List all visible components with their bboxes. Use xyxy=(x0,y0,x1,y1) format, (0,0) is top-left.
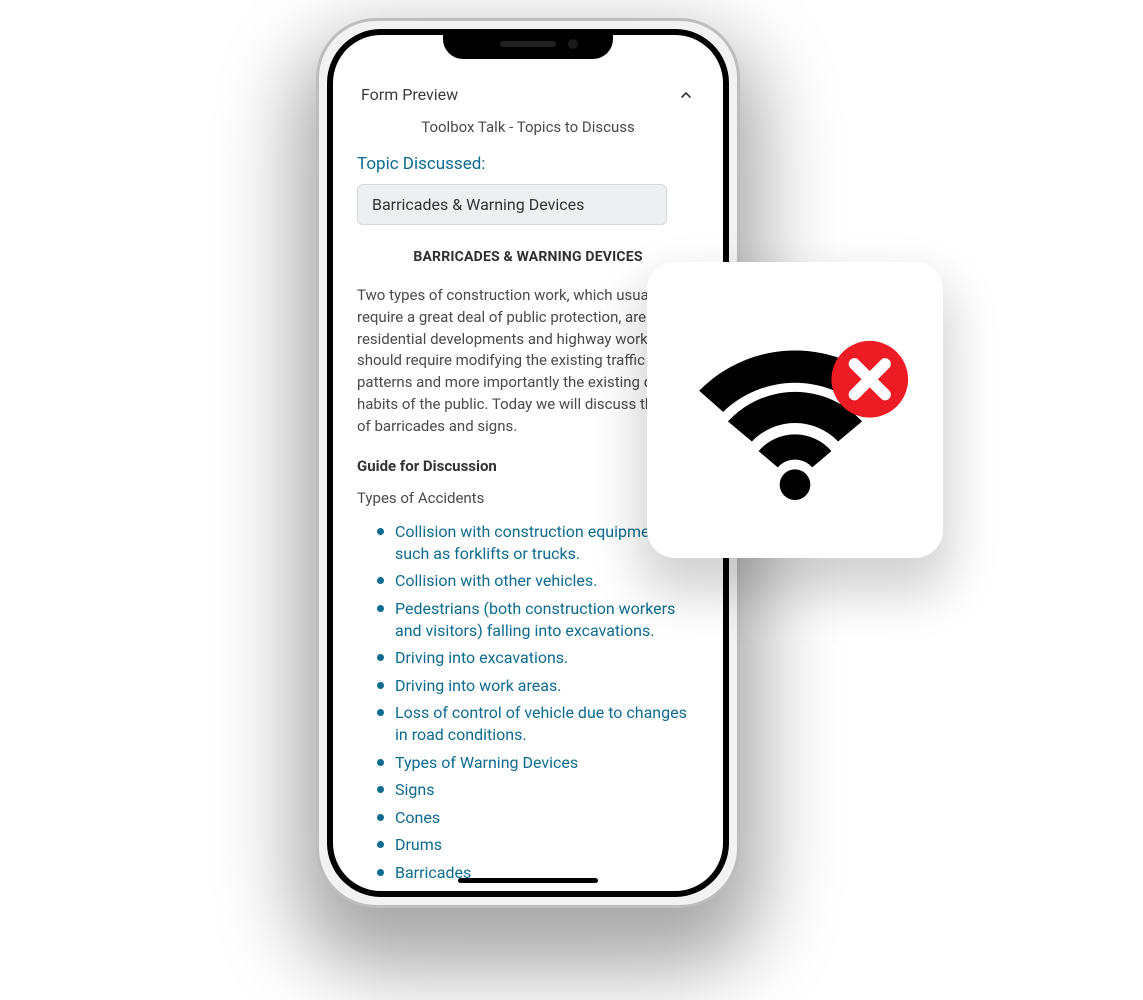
phone-notch xyxy=(443,29,613,59)
list-item: Drums xyxy=(367,834,699,856)
form-title: Toolbox Talk - Topics to Discuss xyxy=(357,118,699,136)
bullet-list: Collision with construction equipment su… xyxy=(357,521,699,891)
list-item: Pedestrians (both construction workers a… xyxy=(367,598,699,641)
home-indicator xyxy=(458,878,598,883)
topic-select-value: Barricades & Warning Devices xyxy=(372,195,584,214)
offline-overlay-card xyxy=(647,262,943,558)
list-item: Channeling devices such as barrier xyxy=(367,890,699,891)
list-item: Driving into excavations. xyxy=(367,647,699,669)
list-item: Signs xyxy=(367,779,699,801)
chevron-up-icon[interactable] xyxy=(677,86,695,104)
list-item: Loss of control of vehicle due to change… xyxy=(367,702,699,745)
topic-select[interactable]: Barricades & Warning Devices xyxy=(357,184,667,225)
form-preview-title: Form Preview xyxy=(361,85,458,104)
list-item: Driving into work areas. xyxy=(367,675,699,697)
section-title: BARRICADES & WARNING DEVICES xyxy=(357,249,699,265)
topic-discussed-label: Topic Discussed: xyxy=(357,154,699,174)
list-item: Cones xyxy=(367,807,699,829)
form-preview-header[interactable]: Form Preview xyxy=(357,79,699,118)
list-item: Collision with other vehicles. xyxy=(367,570,699,592)
wifi-offline-icon xyxy=(680,308,910,512)
list-item: Types of Warning Devices xyxy=(367,752,699,774)
